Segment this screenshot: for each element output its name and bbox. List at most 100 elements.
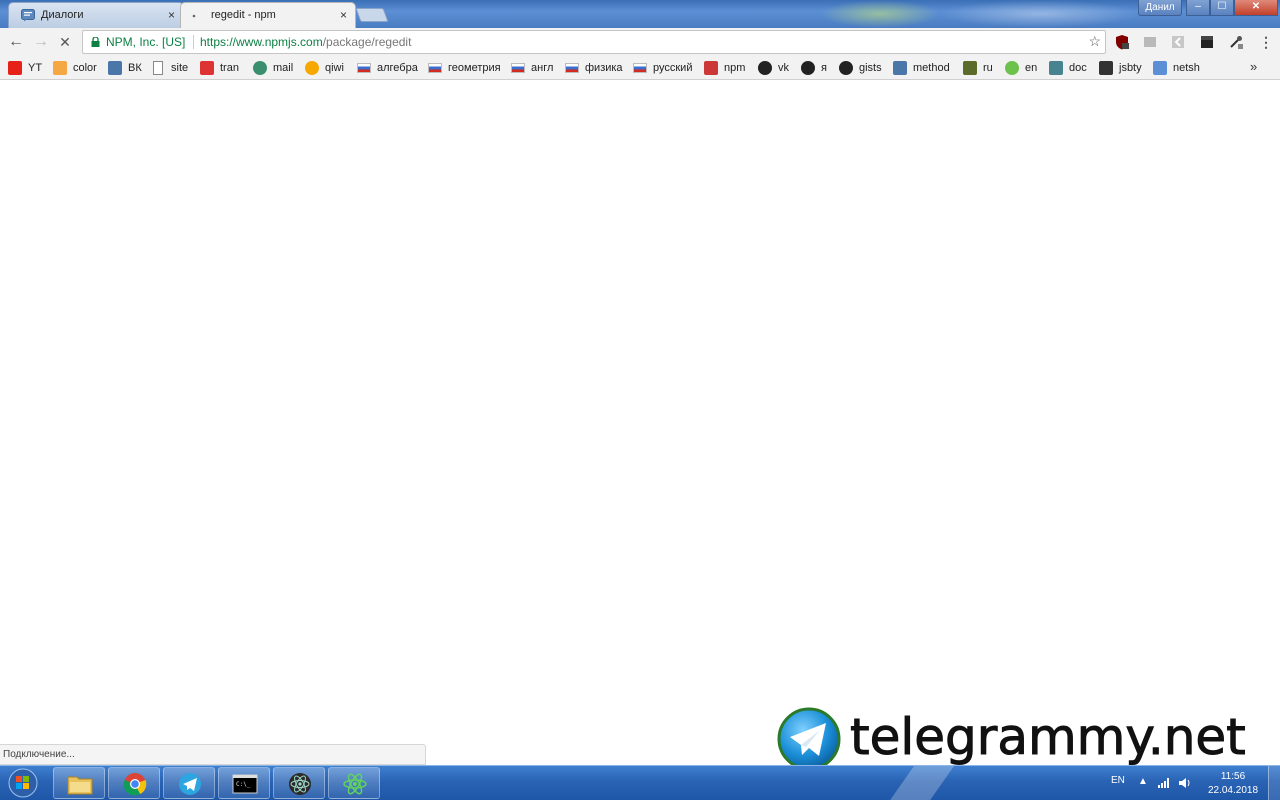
- flag-icon: [633, 63, 647, 73]
- bookmark-22[interactable]: netsh: [1153, 60, 1200, 76]
- menu-icon[interactable]: ⋮: [1256, 32, 1276, 52]
- extension-icon[interactable]: [1170, 34, 1186, 50]
- minimize-button[interactable]: ‒: [1186, 0, 1210, 16]
- bookmark-21[interactable]: jsbty: [1099, 60, 1142, 76]
- title-bar-glow: [820, 0, 940, 28]
- tray-expand-icon[interactable]: ▲: [1138, 776, 1148, 787]
- maximize-button[interactable]: ☐: [1210, 0, 1234, 16]
- atom-icon: [289, 773, 311, 795]
- close-window-button[interactable]: ✕: [1234, 0, 1278, 16]
- tab-dialogs[interactable]: Диалоги ×: [8, 2, 184, 28]
- page-icon: [153, 61, 163, 75]
- show-desktop-button[interactable]: [1268, 766, 1280, 800]
- terminal-icon: C:\_: [232, 774, 258, 794]
- bookmark-16[interactable]: gists: [839, 60, 882, 76]
- bookmark-17[interactable]: method: [893, 60, 950, 76]
- system-clock[interactable]: 11:56 22.04.2018: [1206, 770, 1260, 798]
- bookmark-19[interactable]: en: [1005, 60, 1037, 76]
- address-bar[interactable]: NPM, Inc. [US] https://www.npmjs.com/pac…: [82, 30, 1106, 54]
- start-button[interactable]: [4, 767, 42, 799]
- back-button[interactable]: ←: [6, 32, 26, 52]
- cat-icon: [1099, 61, 1113, 75]
- bookmark-label: геометрия: [448, 62, 501, 74]
- network-icon[interactable]: [1158, 778, 1170, 788]
- bookmark-4[interactable]: site: [153, 60, 188, 76]
- bookmarks-overflow-button[interactable]: »: [1250, 59, 1257, 74]
- bookmark-9[interactable]: геометрия: [428, 60, 501, 76]
- ublock-extension-icon[interactable]: [1114, 34, 1130, 50]
- bookmark-14[interactable]: vk: [758, 60, 789, 76]
- watermark-text: telegrammy.net: [850, 708, 1247, 767]
- url-path: /package/regedit: [322, 35, 412, 49]
- clock-date: 22.04.2018: [1207, 785, 1259, 796]
- taskbar-react-button[interactable]: [328, 767, 380, 799]
- security-chip[interactable]: NPM, Inc. [US]: [106, 35, 185, 49]
- taskbar-telegram-button[interactable]: [163, 767, 215, 799]
- tab-close-icon[interactable]: ×: [168, 8, 175, 22]
- bookmark-label: npm: [724, 62, 746, 74]
- react-icon: [343, 773, 367, 795]
- tab-regedit-npm[interactable]: regedit - npm ×: [180, 2, 356, 28]
- forward-button[interactable]: →: [31, 32, 51, 52]
- clock-time: 11:56: [1220, 771, 1246, 782]
- loading-dot-icon: [192, 14, 196, 18]
- flag-icon: [428, 63, 442, 73]
- github-icon: [801, 61, 815, 75]
- bookmark-label: физика: [585, 62, 623, 74]
- language-indicator[interactable]: EN: [1111, 775, 1125, 786]
- bookmark-label: color: [73, 62, 97, 74]
- taskbar-atom-button[interactable]: [273, 767, 325, 799]
- profile-button[interactable]: Данил: [1138, 0, 1182, 16]
- stop-loading-button[interactable]: ✕: [55, 32, 75, 52]
- volume-icon[interactable]: [1178, 777, 1192, 789]
- browser-toolbar: ← → ✕ NPM, Inc. [US] https://www.npmjs.c…: [0, 28, 1280, 56]
- taskbar-sheen: [878, 766, 962, 800]
- chrome-icon: [123, 773, 147, 796]
- taskbar-cmd-button[interactable]: C:\_: [218, 767, 270, 799]
- eyedropper-extension-icon[interactable]: [1228, 34, 1244, 50]
- node-icon: [1005, 61, 1019, 75]
- bookmark-20[interactable]: doc: [1049, 60, 1087, 76]
- bookmark-3[interactable]: ВК: [108, 60, 142, 76]
- vk-messages-icon: [21, 9, 35, 22]
- bookmark-10[interactable]: англ: [511, 60, 553, 76]
- npm-icon: [704, 61, 718, 75]
- bookmark-label: англ: [531, 62, 554, 74]
- bookmark-star-icon[interactable]: ☆: [1088, 33, 1101, 50]
- page-content: [0, 81, 1280, 765]
- extension-icon[interactable]: [1142, 34, 1158, 50]
- bookmark-label: gists: [859, 62, 882, 74]
- store-extension-icon[interactable]: [1199, 34, 1215, 50]
- bookmark-6[interactable]: mail: [253, 60, 293, 76]
- bookmark-1[interactable]: YT: [8, 60, 42, 76]
- bookmark-label: method: [913, 62, 950, 74]
- bookmark-15[interactable]: я: [801, 60, 827, 76]
- bookmark-5[interactable]: tran: [200, 60, 239, 76]
- bookmark-11[interactable]: физика: [565, 60, 623, 76]
- mail-icon: [253, 61, 267, 75]
- folder-icon: [67, 776, 93, 795]
- bookmark-13[interactable]: npm: [704, 60, 745, 76]
- bookmark-label: jsbty: [1119, 62, 1142, 74]
- flag-icon: [357, 63, 371, 73]
- windows-icon: [1153, 61, 1167, 75]
- tab-title: Диалоги: [41, 9, 84, 21]
- bookmark-label: vk: [778, 62, 789, 74]
- bookmark-7[interactable]: qiwi: [305, 60, 344, 76]
- flag-icon: [565, 63, 579, 73]
- url-text[interactable]: https://www.npmjs.com/package/regedit: [200, 35, 411, 49]
- vk-icon: [893, 61, 907, 75]
- translate-icon: [200, 61, 214, 75]
- bookmark-18[interactable]: ru: [963, 60, 993, 76]
- bookmark-label: ru: [983, 62, 993, 74]
- watermark: telegrammy.net: [776, 706, 1276, 772]
- bookmark-2[interactable]: color: [53, 60, 97, 76]
- new-tab-button[interactable]: [355, 8, 389, 22]
- taskbar-explorer-button[interactable]: [53, 767, 105, 799]
- youtube-icon: [8, 61, 22, 75]
- bookmark-8[interactable]: алгебра: [357, 60, 418, 76]
- bookmark-12[interactable]: русский: [633, 60, 692, 76]
- tab-close-icon[interactable]: ×: [340, 8, 347, 22]
- taskbar-chrome-button[interactable]: [108, 767, 160, 799]
- bookmark-label: en: [1025, 62, 1038, 74]
